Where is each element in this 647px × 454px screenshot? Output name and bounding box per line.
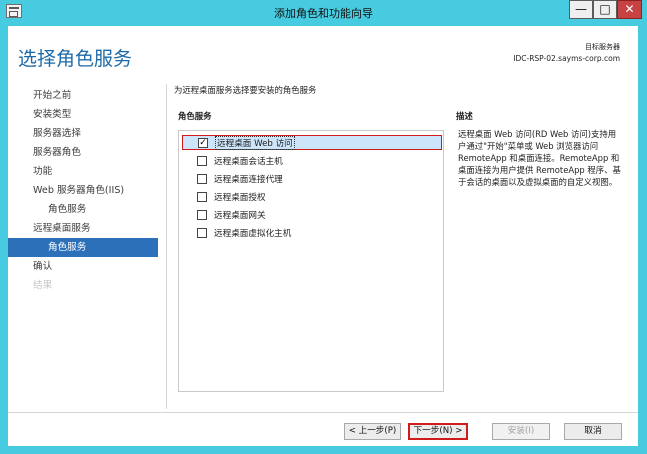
destination-server-label: 目标服务器: [585, 43, 620, 51]
nav-item-rds-role-services[interactable]: 角色服务: [8, 238, 158, 257]
rd-licensing-checkbox[interactable]: [197, 192, 207, 202]
nav-item-iis-role-services[interactable]: 角色服务: [8, 200, 158, 219]
role-label: 远程桌面网关: [214, 211, 266, 221]
nav-item-confirmation[interactable]: 确认: [8, 257, 158, 276]
maximize-button[interactable]: □: [593, 0, 617, 19]
role-row-rd-licensing[interactable]: 远程桌面授权: [184, 190, 440, 205]
footer-divider: [8, 412, 638, 413]
role-label: 远程桌面 Web 访问: [215, 136, 295, 150]
page-title: 选择角色服务: [18, 48, 133, 70]
wizard-client-area: 选择角色服务 目标服务器 IDC-RSP-02.sayms-corp.com 开…: [8, 26, 638, 446]
wizard-nav: 开始之前 安装类型 服务器选择 服务器角色 功能 Web 服务器角色(IIS) …: [8, 86, 158, 295]
rd-web-access-checkbox[interactable]: ✓: [198, 138, 208, 148]
nav-item-remote-desktop-services[interactable]: 远程桌面服务: [8, 219, 158, 238]
description-text: 远程桌面 Web 访问(RD Web 访问)支持用户通过"开始"菜单或 Web …: [458, 129, 621, 187]
nav-item-installation-type[interactable]: 安装类型: [8, 105, 158, 124]
role-row-rd-session-host[interactable]: 远程桌面会话主机: [184, 154, 440, 169]
rd-session-host-checkbox[interactable]: [197, 156, 207, 166]
wizard-window: 添加角色和功能向导 — □ ✕ 选择角色服务 目标服务器 IDC-RSP-02.…: [0, 0, 647, 454]
title-bar[interactable]: 添加角色和功能向导 — □ ✕: [0, 0, 647, 24]
role-row-rd-web-access[interactable]: ✓ 远程桌面 Web 访问: [182, 135, 442, 150]
rd-connection-broker-checkbox[interactable]: [197, 174, 207, 184]
role-label: 远程桌面虚拟化主机: [214, 229, 292, 239]
nav-item-server-selection[interactable]: 服务器选择: [8, 124, 158, 143]
nav-item-features[interactable]: 功能: [8, 162, 158, 181]
description-heading: 描述: [456, 111, 473, 121]
previous-button[interactable]: < 上一步(P): [344, 423, 401, 440]
role-label: 远程桌面会话主机: [214, 157, 283, 167]
role-services-list: ✓ 远程桌面 Web 访问 远程桌面会话主机 远程桌面连接代理 远程桌面授权 远…: [178, 130, 444, 392]
role-row-rd-connection-broker[interactable]: 远程桌面连接代理: [184, 172, 440, 187]
window-title: 添加角色和功能向导: [274, 7, 373, 20]
minimize-button[interactable]: —: [569, 0, 593, 19]
nav-divider: [166, 84, 167, 409]
role-label: 远程桌面连接代理: [214, 175, 283, 185]
role-row-rd-gateway[interactable]: 远程桌面网关: [184, 208, 440, 223]
role-row-rd-virtualization-host[interactable]: 远程桌面虚拟化主机: [184, 226, 440, 241]
install-button: 安装(I): [492, 423, 550, 440]
nav-item-before-you-begin[interactable]: 开始之前: [8, 86, 158, 105]
next-button[interactable]: 下一步(N) >: [408, 423, 468, 440]
role-services-heading: 角色服务: [178, 111, 212, 121]
role-label: 远程桌面授权: [214, 193, 266, 203]
rd-virtualization-host-checkbox[interactable]: [197, 228, 207, 238]
nav-item-web-server-role[interactable]: Web 服务器角色(IIS): [8, 181, 158, 200]
nav-item-results: 结果: [33, 280, 53, 291]
destination-server-name: IDC-RSP-02.sayms-corp.com: [513, 54, 620, 63]
cancel-button[interactable]: 取消: [564, 423, 622, 440]
close-button[interactable]: ✕: [617, 0, 642, 19]
rd-gateway-checkbox[interactable]: [197, 210, 207, 220]
instruction-text: 为远程桌面服务选择要安装的角色服务: [174, 85, 317, 95]
nav-item-server-roles[interactable]: 服务器角色: [8, 143, 158, 162]
